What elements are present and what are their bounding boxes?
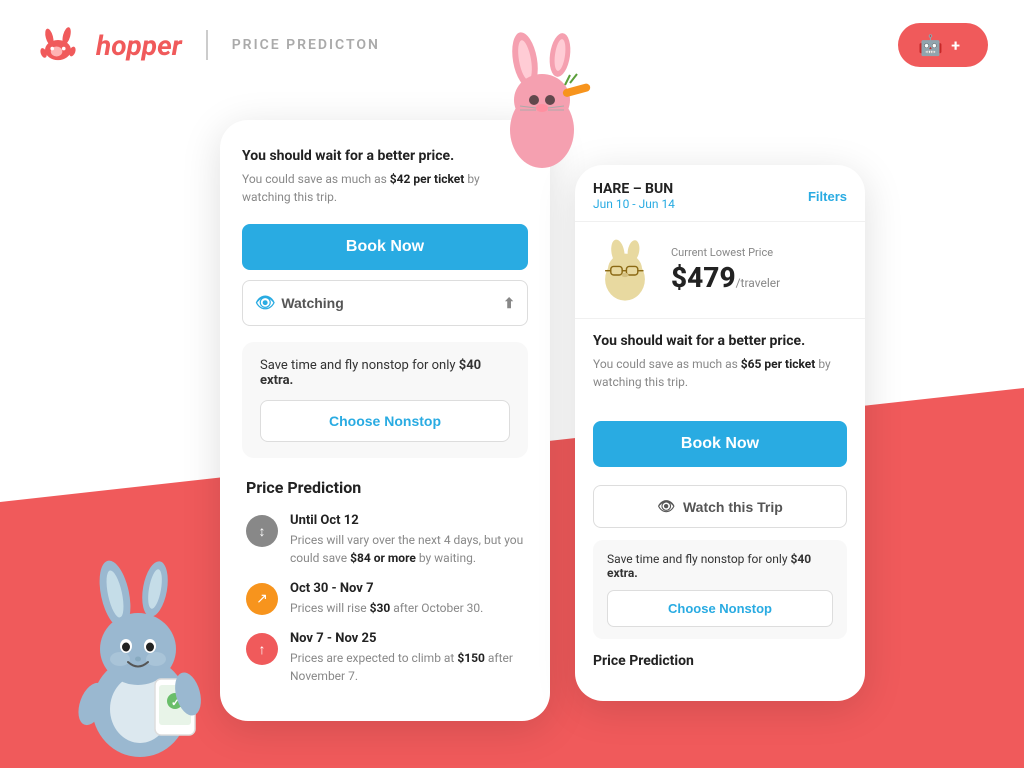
left-subtitle-prefix: You could save as much as — [242, 172, 390, 186]
watch-trip-label: Watch this Trip — [683, 499, 783, 515]
watching-button-left[interactable]: 👁 Watching ⬆ — [242, 280, 528, 326]
route-info: HARE – BUN Jun 10 - Jun 14 — [593, 181, 675, 211]
price-display: $479/traveler — [671, 261, 780, 294]
left-savings: $42 per ticket — [390, 172, 465, 186]
pred-icon-2: ↗ — [246, 583, 278, 615]
pred-desc-1: Prices will vary over the next 4 days, b… — [290, 531, 524, 567]
nonstop-title-right: Save time and fly nonstop for only $40 e… — [607, 552, 833, 580]
header: hopper PRICE PREDICTON 🤖 + — [0, 0, 1024, 90]
right-card-header: HARE – BUN Jun 10 - Jun 14 Filters — [575, 165, 865, 222]
right-card-title: You should wait for a better price. — [593, 333, 847, 349]
share-icon: ⬆ — [503, 295, 515, 312]
prediction-item-3: ↑ Nov 7 - Nov 25 Prices are expected to … — [246, 631, 524, 685]
logo-area: hopper PRICE PREDICTON — [36, 27, 380, 63]
price-unit: /traveler — [736, 276, 781, 290]
right-card-subtitle: You could save as much as $65 per ticket… — [593, 355, 847, 391]
route-name: HARE – BUN — [593, 181, 675, 197]
pred-icon-1: ↕ — [246, 515, 278, 547]
watch-eye-icon: 👁 — [255, 293, 275, 313]
bunny-avatar-icon — [593, 238, 657, 302]
watching-inner: 👁 Watching — [255, 293, 344, 313]
page-title: PRICE PREDICTON — [232, 37, 380, 53]
watching-label: Watching — [281, 295, 343, 311]
price-label: Current Lowest Price — [671, 246, 780, 259]
nonstop-prefix: Save time and fly nonstop for only — [260, 358, 459, 373]
pred-desc-2: Prices will rise $30 after October 30. — [290, 599, 483, 617]
right-phone-card: HARE – BUN Jun 10 - Jun 14 Filters Curre… — [575, 165, 865, 701]
left-card-title: You should wait for a better price. — [242, 148, 528, 164]
plus-sign: + — [951, 36, 960, 55]
pred-desc-3: Prices are expected to climb at $150 aft… — [290, 649, 524, 685]
pred-date-3: Nov 7 - Nov 25 — [290, 631, 524, 646]
watch-trip-eye-icon: 👁 — [657, 498, 675, 515]
filters-button[interactable]: Filters — [808, 189, 847, 204]
logo-text: hopper — [96, 29, 182, 62]
choose-nonstop-button-right[interactable]: Choose Nonstop — [607, 590, 833, 627]
logo-divider — [206, 30, 208, 60]
price-info: Current Lowest Price $479/traveler — [671, 246, 780, 294]
book-now-button-left[interactable]: Book Now — [242, 224, 528, 270]
pred-text-2: Oct 30 - Nov 7 Prices will rise $30 afte… — [290, 581, 483, 617]
pred-text-3: Nov 7 - Nov 25 Prices are expected to cl… — [290, 631, 524, 685]
blue-rabbit-mascot: ✓ — [60, 559, 230, 763]
price-prediction-title-left: Price Prediction — [246, 478, 524, 497]
prediction-item-1: ↕ Until Oct 12 Prices will vary over the… — [246, 513, 524, 567]
book-now-button-right[interactable]: Book Now — [593, 421, 847, 467]
price-prediction-section-left: Price Prediction ↕ Until Oct 12 Prices w… — [242, 478, 528, 685]
nonstop-section-left: Save time and fly nonstop for only $40 e… — [242, 342, 528, 458]
right-price-prediction-title: Price Prediction — [593, 653, 847, 669]
price-value: $479 — [671, 261, 736, 294]
logo-rabbit-icon — [36, 27, 80, 63]
choose-nonstop-button-left[interactable]: Choose Nonstop — [260, 400, 510, 442]
prediction-item-2: ↗ Oct 30 - Nov 7 Prices will rise $30 af… — [246, 581, 524, 617]
left-card-subtitle: You could save as much as $42 per ticket… — [242, 170, 528, 206]
android-icon: 🤖 — [918, 33, 943, 57]
nonstop-section-right: Save time and fly nonstop for only $40 e… — [593, 540, 847, 639]
app-download-badge[interactable]: 🤖 + — [898, 23, 988, 67]
nonstop-title-left: Save time and fly nonstop for only $40 e… — [260, 358, 510, 388]
price-area: Current Lowest Price $479/traveler — [575, 222, 865, 319]
right-card-body: You should wait for a better price. You … — [575, 319, 865, 683]
left-phone-card: You should wait for a better price. You … — [220, 120, 550, 721]
pred-icon-3: ↑ — [246, 633, 278, 665]
watch-trip-button-right[interactable]: 👁 Watch this Trip — [593, 485, 847, 528]
pred-date-1: Until Oct 12 — [290, 513, 524, 528]
pred-date-2: Oct 30 - Nov 7 — [290, 581, 483, 596]
pred-text-1: Until Oct 12 Prices will vary over the n… — [290, 513, 524, 567]
route-dates: Jun 10 - Jun 14 — [593, 197, 675, 211]
